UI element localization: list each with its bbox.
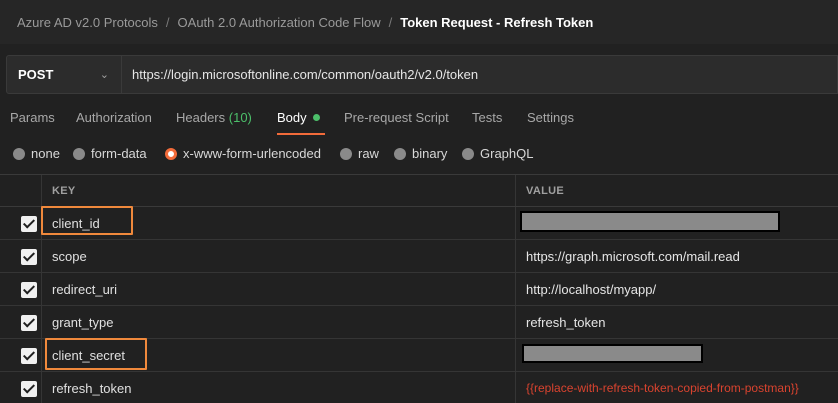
method-select[interactable]: POST ⌄	[6, 55, 122, 94]
radio-label: form-data	[91, 146, 147, 161]
tab-params[interactable]: Params	[10, 110, 55, 125]
key-cell[interactable]: refresh_token	[42, 372, 516, 403]
value-text: https://graph.microsoft.com/mail.read	[526, 249, 740, 264]
active-tab-underline	[277, 133, 325, 135]
radio-x-www-form-urlencoded[interactable]: x-www-form-urlencoded	[165, 146, 321, 161]
table-row: redirect_uri http://localhost/myapp/	[0, 273, 838, 306]
tab-headers-count: (10)	[228, 110, 252, 125]
radio-label: x-www-form-urlencoded	[183, 146, 321, 161]
key-cell[interactable]: redirect_uri	[42, 273, 516, 305]
key-text: refresh_token	[52, 381, 132, 396]
value-column-header: VALUE	[526, 185, 564, 197]
tab-headers-label: Headers	[176, 110, 226, 125]
radio-form-data[interactable]: form-data	[73, 146, 147, 161]
radio-binary[interactable]: binary	[394, 146, 447, 161]
body-indicator-dot-icon	[312, 114, 320, 121]
tab-tests[interactable]: Tests	[472, 110, 502, 125]
key-text: scope	[52, 249, 87, 264]
tab-prerequest-script[interactable]: Pre-request Script	[344, 110, 449, 125]
request-tabs: Params Authorization Headers (10) Body P…	[0, 104, 838, 135]
row-checkbox[interactable]	[21, 348, 37, 364]
highlight-box-client-id	[41, 206, 133, 235]
radio-none[interactable]: none	[13, 146, 60, 161]
radio-label: none	[31, 146, 60, 161]
tab-authorization[interactable]: Authorization	[76, 110, 152, 125]
radio-icon	[13, 147, 25, 160]
body-type-options: none form-data x-www-form-urlencoded raw…	[0, 143, 838, 165]
row-checkbox[interactable]	[21, 381, 37, 397]
key-cell[interactable]: grant_type	[42, 306, 516, 338]
table-row: scope https://graph.microsoft.com/mail.r…	[0, 240, 838, 273]
radio-graphql[interactable]: GraphQL	[462, 146, 533, 161]
radio-label: raw	[358, 146, 379, 161]
tab-settings[interactable]: Settings	[527, 110, 574, 125]
value-text: http://localhost/myapp/	[526, 282, 657, 297]
url-input[interactable]: https://login.microsoftonline.com/common…	[122, 55, 838, 94]
radio-icon	[340, 147, 352, 160]
key-cell[interactable]: scope	[42, 240, 516, 272]
radio-selected-icon	[165, 147, 177, 160]
table-row: refresh_token {{replace-with-refresh-tok…	[0, 372, 838, 403]
highlight-box-client-secret	[45, 338, 147, 370]
value-text: refresh_token	[526, 315, 606, 330]
tab-body-label: Body	[277, 110, 307, 125]
breadcrumb-folder[interactable]: OAuth 2.0 Authorization Code Flow	[178, 15, 381, 30]
radio-icon	[462, 147, 474, 160]
chevron-down-icon: ⌄	[99, 69, 109, 81]
row-checkbox[interactable]	[21, 249, 37, 265]
radio-label: binary	[412, 146, 448, 161]
key-text: redirect_uri	[52, 282, 118, 297]
breadcrumb-collection[interactable]: Azure AD v2.0 Protocols	[17, 15, 158, 30]
header-check-cell	[0, 175, 42, 206]
method-label: POST	[18, 67, 54, 82]
breadcrumb: Azure AD v2.0 Protocols / OAuth 2.0 Auth…	[0, 0, 838, 44]
radio-icon	[394, 147, 406, 160]
breadcrumb-current-request: Token Request - Refresh Token	[400, 14, 594, 30]
check-cell	[0, 273, 42, 305]
check-cell	[0, 372, 42, 403]
breadcrumb-separator: /	[388, 14, 393, 30]
value-cell[interactable]: https://graph.microsoft.com/mail.read	[517, 240, 838, 272]
value-text-variable: {{replace-with-refresh-token-copied-from…	[526, 381, 799, 395]
table-row: grant_type refresh_token	[0, 306, 838, 339]
check-cell	[0, 339, 42, 371]
value-cell[interactable]: {{replace-with-refresh-token-copied-from…	[517, 372, 838, 403]
check-cell	[0, 306, 42, 338]
radio-raw[interactable]: raw	[340, 146, 379, 161]
check-cell	[0, 240, 42, 272]
tab-headers[interactable]: Headers (10)	[176, 110, 252, 125]
row-checkbox[interactable]	[21, 315, 37, 331]
breadcrumb-separator: /	[165, 14, 170, 30]
radio-label: GraphQL	[480, 146, 534, 161]
value-cell[interactable]: http://localhost/myapp/	[517, 273, 838, 305]
table-header: KEY VALUE	[0, 174, 838, 207]
key-text: grant_type	[52, 315, 114, 330]
row-checkbox[interactable]	[21, 282, 37, 298]
request-url-bar: POST ⌄ https://login.microsoftonline.com…	[6, 55, 838, 94]
header-key-cell	[42, 175, 516, 206]
row-checkbox[interactable]	[21, 216, 37, 232]
tab-body[interactable]: Body	[277, 110, 320, 125]
redacted-value-client-id	[520, 211, 780, 232]
check-cell	[0, 207, 42, 239]
value-cell[interactable]: refresh_token	[517, 306, 838, 338]
radio-icon	[73, 147, 85, 160]
redacted-value-client-secret	[522, 344, 703, 363]
